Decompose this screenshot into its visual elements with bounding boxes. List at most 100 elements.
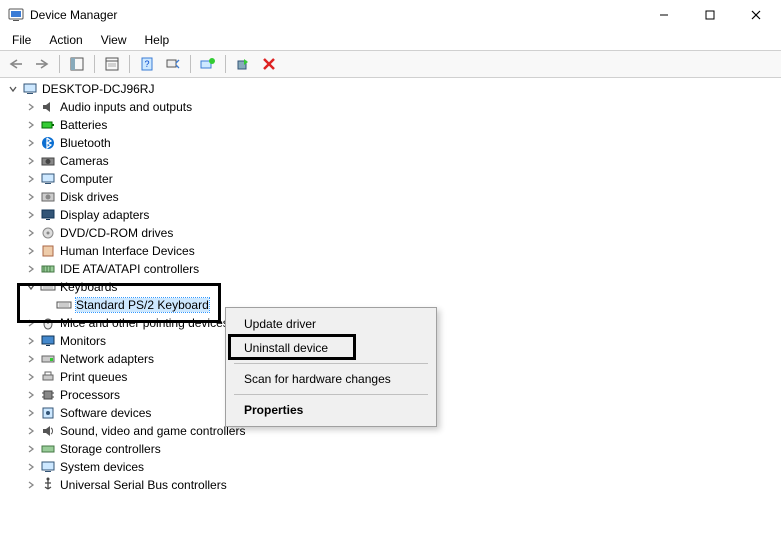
chevron-right-icon[interactable] <box>24 442 38 456</box>
chevron-right-icon[interactable] <box>24 262 38 276</box>
scan-button[interactable] <box>161 53 185 75</box>
chevron-down-icon[interactable] <box>6 82 20 96</box>
help-button[interactable]: ? <box>135 53 159 75</box>
tree-category-label: DVD/CD-ROM drives <box>60 226 173 240</box>
chevron-right-icon[interactable] <box>24 352 38 366</box>
category-icon <box>40 387 56 403</box>
category-icon <box>40 225 56 241</box>
chevron-right-icon[interactable] <box>24 388 38 402</box>
tree-category[interactable]: System devices <box>6 458 775 476</box>
menu-action[interactable]: Action <box>41 31 90 49</box>
context-menu-separator <box>234 363 428 364</box>
chevron-right-icon[interactable] <box>24 208 38 222</box>
category-icon <box>40 135 56 151</box>
tree-category[interactable]: Cameras <box>6 152 775 170</box>
tree-category[interactable]: IDE ATA/ATAPI controllers <box>6 260 775 278</box>
tree-category[interactable]: Batteries <box>6 116 775 134</box>
forward-button[interactable] <box>30 53 54 75</box>
chevron-right-icon[interactable] <box>24 100 38 114</box>
category-icon <box>40 459 56 475</box>
show-hide-tree-button[interactable] <box>65 53 89 75</box>
toolbar-separator <box>190 55 191 73</box>
tree-category-label: Universal Serial Bus controllers <box>60 478 227 492</box>
chevron-right-icon[interactable] <box>24 460 38 474</box>
category-icon <box>40 405 56 421</box>
category-icon <box>40 261 56 277</box>
tree-category[interactable]: Disk drives <box>6 188 775 206</box>
category-icon <box>40 441 56 457</box>
maximize-button[interactable] <box>687 0 733 30</box>
tree-category[interactable]: Audio inputs and outputs <box>6 98 775 116</box>
tree-category-label: Sound, video and game controllers <box>60 424 245 438</box>
category-icon <box>40 333 56 349</box>
tree-category-label: Keyboards <box>60 280 117 294</box>
tree-category[interactable]: Universal Serial Bus controllers <box>6 476 775 494</box>
menu-help[interactable]: Help <box>137 31 178 49</box>
tree-category-label: Cameras <box>60 154 109 168</box>
update-driver-button[interactable] <box>196 53 220 75</box>
category-icon <box>40 477 56 493</box>
tree-category-label: IDE ATA/ATAPI controllers <box>60 262 199 276</box>
minimize-button[interactable] <box>641 0 687 30</box>
tree-category-label: Mice and other pointing devices <box>60 316 229 330</box>
category-icon <box>40 117 56 133</box>
enable-device-button[interactable] <box>231 53 255 75</box>
category-icon <box>40 423 56 439</box>
tree-category-label: Bluetooth <box>60 136 111 150</box>
chevron-right-icon[interactable] <box>24 190 38 204</box>
uninstall-device-button[interactable] <box>257 53 281 75</box>
chevron-right-icon[interactable] <box>24 118 38 132</box>
chevron-right-icon[interactable] <box>24 244 38 258</box>
svg-text:?: ? <box>144 59 149 69</box>
tree-category[interactable]: Keyboards <box>6 278 775 296</box>
tree-category-label: Print queues <box>60 370 127 384</box>
tree-root[interactable]: DESKTOP-DCJ96RJ <box>6 80 775 98</box>
tree-category[interactable]: Human Interface Devices <box>6 242 775 260</box>
tree-category[interactable]: Bluetooth <box>6 134 775 152</box>
window-controls <box>641 0 779 30</box>
tree-category[interactable]: Computer <box>6 170 775 188</box>
ctx-uninstall-device[interactable]: Uninstall device <box>228 336 434 360</box>
chevron-right-icon[interactable] <box>24 226 38 240</box>
menu-view[interactable]: View <box>93 31 135 49</box>
category-icon <box>40 243 56 259</box>
chevron-right-icon[interactable] <box>24 406 38 420</box>
properties-button[interactable] <box>100 53 124 75</box>
ctx-properties[interactable]: Properties <box>228 398 434 422</box>
toolbar-separator <box>59 55 60 73</box>
app-icon <box>8 7 24 23</box>
tree-category-label: Network adapters <box>60 352 154 366</box>
chevron-right-icon[interactable] <box>24 334 38 348</box>
ctx-update-driver[interactable]: Update driver <box>228 312 434 336</box>
chevron-right-icon[interactable] <box>24 478 38 492</box>
chevron-right-icon[interactable] <box>24 136 38 150</box>
chevron-right-icon[interactable] <box>24 424 38 438</box>
category-icon <box>40 189 56 205</box>
chevron-right-icon[interactable] <box>24 316 38 330</box>
tree-category-label: Disk drives <box>60 190 119 204</box>
tree-category-label: Audio inputs and outputs <box>60 100 192 114</box>
tree-category-label: Display adapters <box>60 208 149 222</box>
context-menu: Update driver Uninstall device Scan for … <box>225 307 437 427</box>
tree-category[interactable]: Storage controllers <box>6 440 775 458</box>
chevron-right-icon[interactable] <box>24 154 38 168</box>
toolbar-separator <box>129 55 130 73</box>
chevron-right-icon[interactable] <box>24 172 38 186</box>
close-button[interactable] <box>733 0 779 30</box>
tree-root-label: DESKTOP-DCJ96RJ <box>42 82 154 96</box>
chevron-down-icon[interactable] <box>24 280 38 294</box>
menu-file[interactable]: File <box>4 31 39 49</box>
category-icon <box>40 279 56 295</box>
title-bar: Device Manager <box>0 0 781 30</box>
chevron-right-icon[interactable] <box>24 370 38 384</box>
tree-category[interactable]: DVD/CD-ROM drives <box>6 224 775 242</box>
category-icon <box>40 171 56 187</box>
category-icon <box>40 369 56 385</box>
toolbar-separator <box>94 55 95 73</box>
context-menu-separator <box>234 394 428 395</box>
ctx-scan-hardware[interactable]: Scan for hardware changes <box>228 367 434 391</box>
back-button[interactable] <box>4 53 28 75</box>
menu-bar: File Action View Help <box>0 30 781 50</box>
toolbar: ? <box>0 50 781 78</box>
tree-category[interactable]: Display adapters <box>6 206 775 224</box>
